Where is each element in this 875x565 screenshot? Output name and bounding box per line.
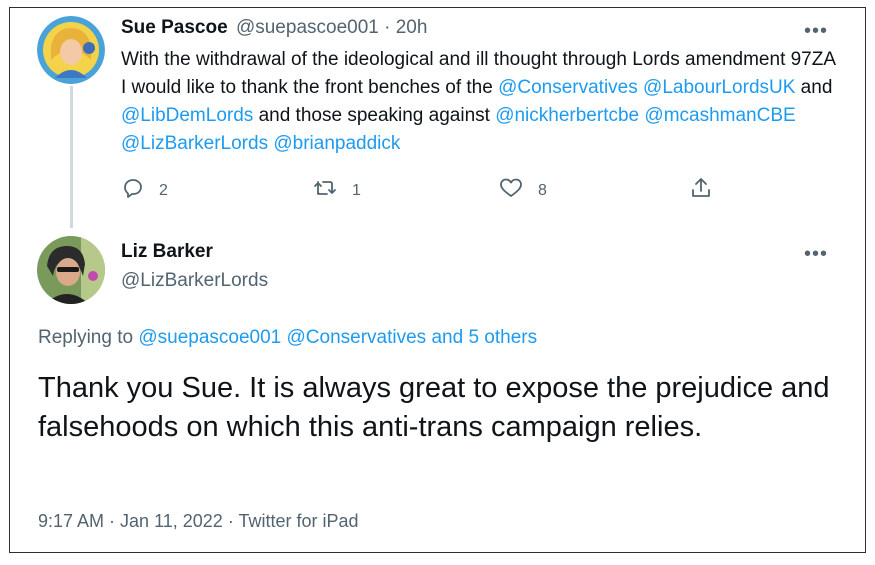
tweet2-more-button[interactable]: •••: [804, 244, 828, 264]
tweet1-time[interactable]: 20h: [396, 17, 428, 38]
mention-link[interactable]: @nickherbertcbe: [495, 105, 639, 126]
like-count: 8: [538, 181, 547, 199]
share-button[interactable]: [689, 176, 713, 205]
share-icon: [689, 176, 713, 205]
retweet-button[interactable]: 1: [312, 176, 361, 205]
mention-link[interactable]: @LibDemLords: [121, 105, 253, 126]
reply-count: 2: [159, 181, 168, 199]
tweet2-source[interactable]: Twitter for iPad: [238, 511, 358, 531]
mention-link[interactable]: @LabourLordsUK: [643, 77, 795, 98]
tweet1-header: Sue Pascoe @suepascoe001 · 20h: [121, 17, 427, 39]
reply-icon: [121, 176, 145, 205]
replying-to-line: Replying to @suepascoe001 @Conservatives…: [38, 327, 537, 349]
tweet2-author-handle[interactable]: @LizBarkerLords: [121, 270, 268, 292]
tweet1-separator: ·: [378, 17, 396, 38]
tweet2-date[interactable]: Jan 11, 2022: [120, 511, 223, 531]
tweet1-more-button[interactable]: •••: [804, 21, 828, 41]
mention-link[interactable]: @mcashmanCBE: [644, 105, 795, 126]
replying-to-link[interactable]: @suepascoe001 @Conservatives and 5 other…: [138, 327, 537, 348]
retweet-count: 1: [352, 181, 361, 199]
avatar-sue-pascoe[interactable]: [37, 16, 105, 84]
reply-button[interactable]: 2: [121, 176, 168, 205]
tweet1-text-segment: and those speaking against: [253, 105, 496, 126]
heart-icon: [498, 176, 524, 205]
tweet2-text: Thank you Sue. It is always great to exp…: [38, 372, 830, 443]
meta-separator-1: ·: [104, 511, 121, 531]
replying-prefix: Replying to: [38, 327, 139, 348]
like-button[interactable]: 8: [498, 176, 547, 205]
tweet1-actions: 2 1 8: [121, 176, 721, 202]
retweet-icon: [312, 176, 338, 205]
meta-separator-2: ·: [222, 511, 239, 531]
avatar-liz-barker[interactable]: [37, 236, 105, 304]
mention-link[interactable]: @LizBarkerLords: [121, 133, 268, 154]
mention-link[interactable]: @Conservatives: [498, 77, 638, 98]
tweet1-author-name[interactable]: Sue Pascoe: [121, 17, 228, 38]
tweet2-meta: 9:17 AM · Jan 11, 2022 · Twitter for iPa…: [38, 511, 359, 532]
tweet2-time[interactable]: 9:17 AM: [38, 511, 104, 531]
tweet1-text: With the withdrawal of the ideological a…: [121, 46, 841, 158]
thread-connector: [70, 86, 73, 228]
tweet2-author-name[interactable]: Liz Barker: [121, 241, 213, 263]
tweet1-author-handle[interactable]: @suepascoe001: [236, 17, 379, 38]
mention-link[interactable]: @brianpaddick: [273, 133, 400, 154]
tweet1-text-segment: and: [795, 77, 833, 98]
